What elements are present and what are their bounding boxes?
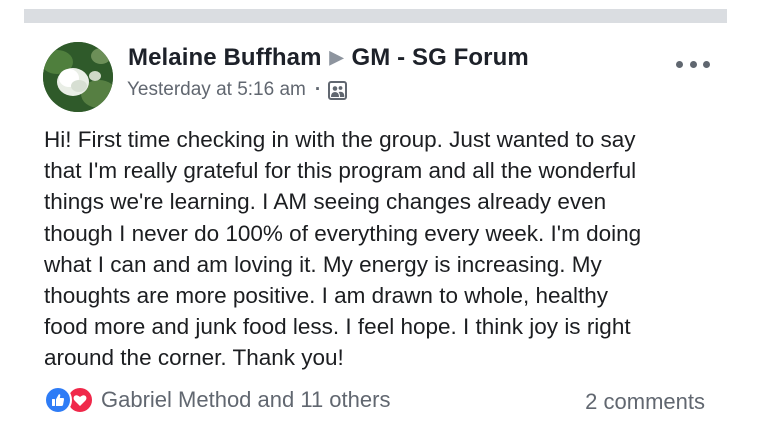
more-options-dot xyxy=(676,60,683,68)
like-icon xyxy=(44,386,72,414)
reactions-count-text[interactable]: Gabriel Method and 11 others xyxy=(101,387,390,413)
post-meta: Yesterday at 5:16 am · xyxy=(127,79,348,101)
post-message-line: what I can and am loving it. My energy i… xyxy=(44,251,602,277)
group-audience-icon[interactable] xyxy=(328,80,348,100)
more-options-icon[interactable] xyxy=(676,53,710,75)
timestamp-link[interactable]: Yesterday at 5:16 am xyxy=(127,79,306,101)
comments-count-link[interactable]: 2 comments xyxy=(585,389,705,415)
post-message-line: food more and junk food less. I feel hop… xyxy=(44,314,631,340)
post-message-line: Hi! First time checking in with the grou… xyxy=(44,127,636,152)
arrow-right-icon: ▶ xyxy=(329,47,344,67)
more-options-dot xyxy=(703,60,710,68)
top-divider xyxy=(24,9,727,23)
post-message-line: though I never do 100% of everything eve… xyxy=(44,220,642,246)
avatar-photo xyxy=(43,42,113,112)
group-name-link[interactable]: GM - SG Forum xyxy=(351,44,528,71)
more-options-dot xyxy=(689,60,697,68)
reactions-summary[interactable]: Gabriel Method and 11 others xyxy=(44,386,390,414)
post-message-line: that I'm really grateful for this progra… xyxy=(44,158,637,184)
post-message-line: things we're learning. I AM seeing chang… xyxy=(44,189,607,215)
avatar[interactable] xyxy=(43,42,113,112)
post-message: Hi! First time checking in with the grou… xyxy=(44,124,724,374)
post-message-line: around the corner. Thank you! xyxy=(44,345,344,371)
meta-separator: · xyxy=(314,79,322,100)
post-header-title: Melaine Buffham ▶ GM - SG Forum xyxy=(128,44,529,72)
post-message-line: thoughts are more positive. I am drawn t… xyxy=(44,283,609,309)
author-name-link[interactable]: Melaine Buffham xyxy=(128,44,322,71)
